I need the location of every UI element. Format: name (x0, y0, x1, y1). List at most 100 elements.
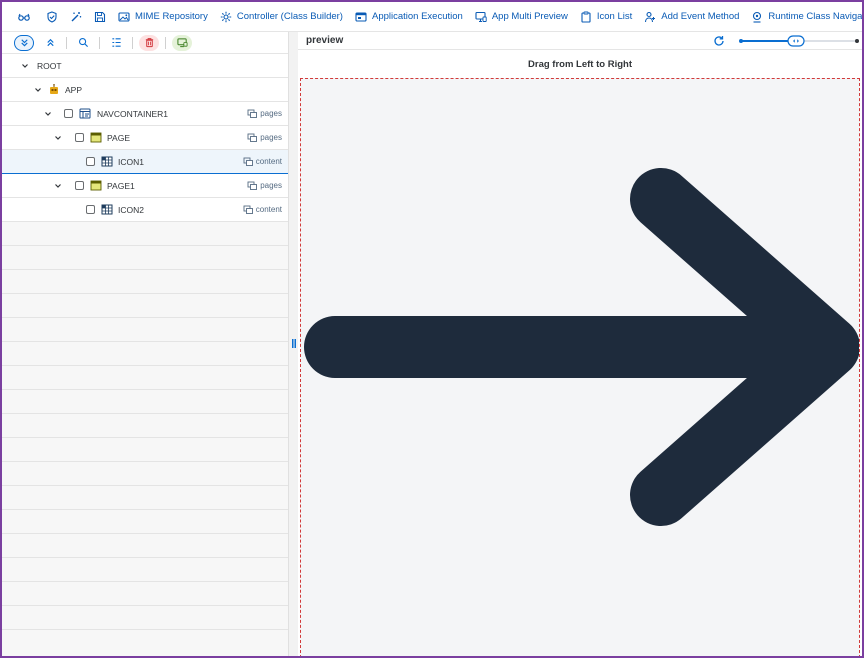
drag-handle-icon[interactable] (292, 339, 296, 348)
monitor-icon (475, 11, 487, 22)
chevron-down-icon[interactable] (54, 134, 62, 142)
list-view-button[interactable] (106, 35, 126, 51)
empty-row (2, 486, 288, 510)
zoom-slider[interactable] (738, 34, 860, 48)
empty-row (2, 414, 288, 438)
preview-header-title: preview (306, 35, 344, 46)
aggregation-icon (243, 157, 253, 166)
glasses-icon[interactable] (12, 2, 36, 32)
add-event-method-button[interactable]: Add Event Method (638, 2, 745, 32)
row-checkbox[interactable] (64, 109, 73, 118)
app-multi-preview-label: App Multi Preview (491, 11, 568, 22)
preview-panel: preview Drag from Left to Right (298, 32, 862, 656)
tree-node-label: ICON1 (118, 156, 144, 167)
aggregation-label: content (243, 157, 282, 167)
empty-row (2, 342, 288, 366)
tree-row-app[interactable]: APP (2, 78, 288, 102)
aggregation-label: pages (247, 133, 282, 143)
icon-list-button[interactable]: Icon List (574, 2, 638, 32)
delete-button[interactable] (139, 34, 159, 51)
refresh-icon[interactable] (713, 35, 725, 47)
aggregation-text: pages (260, 109, 282, 118)
aggregation-icon (243, 205, 253, 214)
empty-row (2, 270, 288, 294)
application-execution-label: Application Execution (371, 11, 463, 22)
app-frame: MIME Repository Controller (Class Builde… (0, 0, 864, 658)
gear-icon (220, 11, 232, 22)
outline-toolbar-divider (132, 36, 133, 49)
empty-row (2, 510, 288, 534)
aggregation-text: pages (260, 181, 282, 190)
add-event-method-label: Add Event Method (661, 11, 740, 22)
chevron-down-icon[interactable] (34, 86, 42, 94)
empty-row (2, 534, 288, 558)
empty-row (2, 582, 288, 606)
chevron-down-icon[interactable] (54, 182, 62, 190)
search-button[interactable] (73, 35, 93, 51)
panel-splitter[interactable] (289, 32, 298, 656)
aggregation-icon (247, 133, 258, 142)
icon-control-icon (101, 156, 113, 167)
aggregation-icon (247, 109, 258, 118)
outline-toolbar-divider (66, 36, 67, 49)
aggregation-label: pages (247, 181, 282, 191)
row-checkbox[interactable] (86, 157, 95, 166)
empty-row (2, 438, 288, 462)
tree-node-label: PAGE (107, 132, 130, 143)
preview-toggle-button[interactable] (172, 34, 192, 51)
outline-toolbar (2, 32, 288, 54)
chevron-down-icon[interactable] (44, 110, 52, 118)
tree-node-label: NAVCONTAINER1 (97, 108, 169, 119)
icon-control-icon (101, 204, 113, 215)
navcontainer-icon (79, 108, 91, 119)
tree-row-icon2[interactable]: ICON2 content (2, 198, 288, 222)
trash-icon (145, 38, 153, 48)
tree-row-icon1[interactable]: ICON1 content (2, 150, 288, 174)
preview-stage[interactable] (300, 78, 860, 658)
tree-row-navcontainer1[interactable]: NAVCONTAINER1 pages (2, 102, 288, 126)
tree-row-page[interactable]: PAGE pages (2, 126, 288, 150)
image-icon (118, 11, 130, 22)
runtime-class-navigator-button[interactable]: Runtime Class Navigator (745, 2, 862, 32)
application-execution-button[interactable]: Application Execution (349, 2, 469, 32)
tree-node-label: PAGE1 (107, 180, 135, 191)
aggregation-label: pages (247, 109, 282, 119)
chevron-down-icon[interactable] (21, 62, 29, 70)
mime-repository-label: MIME Repository (135, 11, 208, 22)
tree-row-page1[interactable]: PAGE1 pages (2, 174, 288, 198)
icon-list-label: Icon List (596, 11, 633, 22)
outline-toolbar-divider (99, 36, 100, 49)
row-checkbox[interactable] (75, 181, 84, 190)
aggregation-label: content (243, 205, 282, 215)
save-icon[interactable] (88, 2, 112, 32)
page-icon (90, 132, 102, 143)
empty-row (2, 366, 288, 390)
tree-row-root[interactable]: ROOT (2, 54, 288, 78)
arrow-right-icon[interactable] (301, 79, 860, 658)
empty-row (2, 558, 288, 582)
app-multi-preview-button[interactable]: App Multi Preview (469, 2, 574, 32)
tree-node-label: ROOT (37, 60, 62, 71)
expand-all-button[interactable] (14, 34, 34, 51)
outline-toolbar-divider (165, 36, 166, 49)
shield-check-icon[interactable] (40, 2, 64, 32)
mime-repository-button[interactable]: MIME Repository (112, 2, 214, 32)
preview-header: preview (298, 32, 862, 50)
row-checkbox[interactable] (75, 133, 84, 142)
controller-class-builder-button[interactable]: Controller (Class Builder) (214, 2, 349, 32)
double-chevron-down-icon (20, 39, 28, 47)
empty-row (2, 246, 288, 270)
search-icon (78, 38, 88, 48)
outline-panel: ROOT APP NAVCONTAINER1 pages PAGE pages … (2, 32, 289, 656)
list-icon (111, 38, 121, 47)
collapse-all-button[interactable] (40, 35, 60, 51)
controller-class-builder-label: Controller (Class Builder) (236, 11, 343, 22)
aggregation-text: content (255, 157, 282, 166)
magic-wand-icon[interactable] (64, 2, 88, 32)
add-person-icon (645, 11, 656, 22)
main-toolbar: MIME Repository Controller (Class Builde… (2, 2, 862, 32)
empty-row (2, 318, 288, 342)
row-checkbox[interactable] (86, 205, 95, 214)
tree-node-label: APP (65, 84, 83, 95)
empty-row (2, 606, 288, 630)
